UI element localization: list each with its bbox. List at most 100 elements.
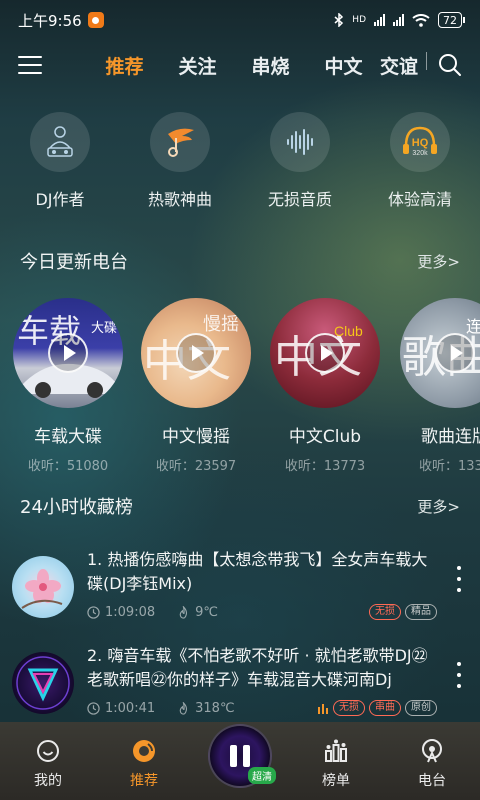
station-card[interactable]: 中文 慢摇 中文慢摇 收听：23597 (141, 298, 251, 474)
song-cover (12, 652, 74, 714)
song-heat: 318℃ (195, 700, 235, 716)
album-art (16, 656, 70, 710)
song-list-item[interactable]: 1. 热播伤感嗨曲【太想念带我飞】全女声车载大碟(DJ李钰Mix) 1:09:0… (0, 548, 480, 640)
station-card[interactable]: 车载 大碟 车载大碟 收听：51080 (13, 298, 123, 474)
hq-icon-text: HQ (412, 137, 429, 149)
station-plays: 收听：13773 (284, 459, 366, 474)
more-link[interactable]: 更多> (417, 251, 460, 272)
wifi-icon (412, 13, 430, 27)
tab-recommend[interactable]: 推荐 (88, 52, 161, 79)
now-playing-disc[interactable]: 超清 (208, 724, 276, 788)
cover-subtext: 连 (466, 318, 480, 336)
song-title: 2. 嗨音车载《不怕老歌不好听 · 就怕老歌带DJ㉒老歌新唱㉒你的样子》车载混音… (87, 646, 428, 689)
nav-radio[interactable]: 电台 (384, 722, 480, 800)
flame-icon (179, 701, 188, 715)
dj-author-icon (30, 112, 90, 172)
medley-tag: 串曲 (369, 700, 401, 716)
nav-label: 推荐 (130, 773, 158, 789)
section-title: 今日更新电台 (20, 252, 128, 273)
quick-entries: DJ作者 热歌神曲 无损音质 HQ 320k 体验高清 (0, 112, 480, 210)
play-icon[interactable] (48, 333, 88, 373)
quick-entry-hq[interactable]: HQ 320k 体验高清 (360, 112, 480, 210)
menu-icon[interactable] (18, 56, 42, 74)
rank-section-header: 24小时收藏榜 更多> (20, 493, 460, 519)
flame-icon (179, 605, 188, 619)
station-name: 车载大碟 (34, 427, 102, 447)
battery-indicator: 72 (438, 12, 465, 28)
cover-subtext: Club (334, 323, 363, 339)
chart-icon (325, 739, 347, 762)
signal-2-icon (393, 14, 404, 26)
station-cover: 车载 大碟 (13, 298, 123, 408)
station-card[interactable]: 中文 Club 中文Club 收听：13773 (270, 298, 380, 474)
status-time: 上午9:56 (18, 11, 82, 30)
song-cover (12, 556, 74, 618)
song-meta: 1:00:41 318℃ 无损 串曲 原创 (87, 700, 437, 716)
quick-entry-label: 无损音质 (267, 190, 332, 209)
search-icon[interactable] (438, 53, 462, 77)
today-section-header: 今日更新电台 更多> (20, 248, 460, 274)
hot-song-icon (150, 112, 210, 172)
station-name: 中文慢摇 (162, 427, 230, 447)
tab-chinese[interactable]: 中文 (307, 52, 380, 79)
playing-bars-icon (318, 704, 328, 714)
nav-label: 电台 (418, 773, 446, 789)
lossless-tag: 无损 (369, 604, 401, 620)
song-meta: 1:09:08 9℃ 无损 精品 (87, 604, 437, 620)
premium-tag: 精品 (405, 604, 437, 620)
station-plays: 收听：51080 (27, 459, 109, 474)
quick-entry-lossless[interactable]: 无损音质 (240, 112, 360, 210)
nav-label: 榜单 (322, 773, 350, 789)
tab-ballroom[interactable]: 交谊 (380, 52, 424, 79)
station-name: 歌曲连版 (421, 427, 480, 447)
tab-follow[interactable]: 关注 (161, 52, 234, 79)
song-tags: 无损 串曲 原创 (317, 700, 437, 716)
clock-icon (87, 605, 100, 619)
status-bar: 上午9:56 HD 72 (0, 0, 480, 40)
quick-entry-dj-author[interactable]: DJ作者 (0, 112, 120, 210)
song-title: 1. 热播伤感嗨曲【太想念带我飞】全女声车载大碟(DJ李钰Mix) (87, 550, 428, 593)
category-tabs: 推荐 关注 串烧 中文 交谊 (88, 51, 427, 79)
nav-mine[interactable]: 我的 (0, 722, 96, 800)
station-plays: 收听：1339 (418, 459, 480, 474)
quick-entry-label: 热歌神曲 (147, 190, 212, 209)
station-name: 中文Club (288, 427, 362, 447)
bluetooth-icon (334, 13, 344, 27)
play-icon[interactable] (305, 333, 345, 373)
song-duration: 1:00:41 (105, 700, 156, 716)
station-plays: 收听：23597 (155, 459, 237, 474)
more-options-icon[interactable] (456, 662, 462, 688)
song-tags: 无损 精品 (369, 604, 437, 620)
nav-recommend[interactable]: 推荐 (96, 722, 192, 800)
station-cover: 中文 Club (270, 298, 380, 408)
flower-image (21, 569, 63, 609)
hq-icon: HQ 320k (390, 112, 450, 172)
hq-icon-subtext: 320k (412, 150, 428, 157)
more-options-icon[interactable] (456, 566, 462, 592)
station-card[interactable]: 歌曲 连 歌曲连版 收听：1339 (400, 298, 480, 474)
pause-icon[interactable] (230, 745, 250, 767)
quick-entry-label: 体验高清 (387, 190, 452, 209)
app-notification-icon (87, 12, 104, 28)
smile-icon (37, 740, 59, 762)
original-tag: 原创 (405, 700, 437, 716)
radio-icon (422, 739, 442, 763)
play-icon[interactable] (435, 333, 475, 373)
station-carousel: 车载 大碟 车载大碟 收听：51080 中文 慢摇 中文慢摇 收听：23597 … (0, 298, 480, 478)
song-duration: 1:09:08 (105, 604, 156, 620)
lossless-icon (270, 112, 330, 172)
nav-label: 我的 (34, 773, 62, 789)
disc-icon (133, 740, 155, 762)
nav-charts[interactable]: 榜单 (288, 722, 384, 800)
tab-medley[interactable]: 串烧 (234, 52, 307, 79)
network-type-label: HD (352, 15, 366, 25)
tab-divider (426, 51, 427, 70)
play-icon[interactable] (176, 333, 216, 373)
station-cover: 歌曲 连 (400, 298, 480, 408)
song-heat: 9℃ (195, 604, 218, 620)
station-cover: 中文 慢摇 (141, 298, 251, 408)
signal-icon (374, 14, 385, 26)
cover-subtext: 大碟 (91, 320, 117, 335)
quick-entry-hot-songs[interactable]: 热歌神曲 (120, 112, 240, 210)
more-link[interactable]: 更多> (417, 496, 460, 517)
